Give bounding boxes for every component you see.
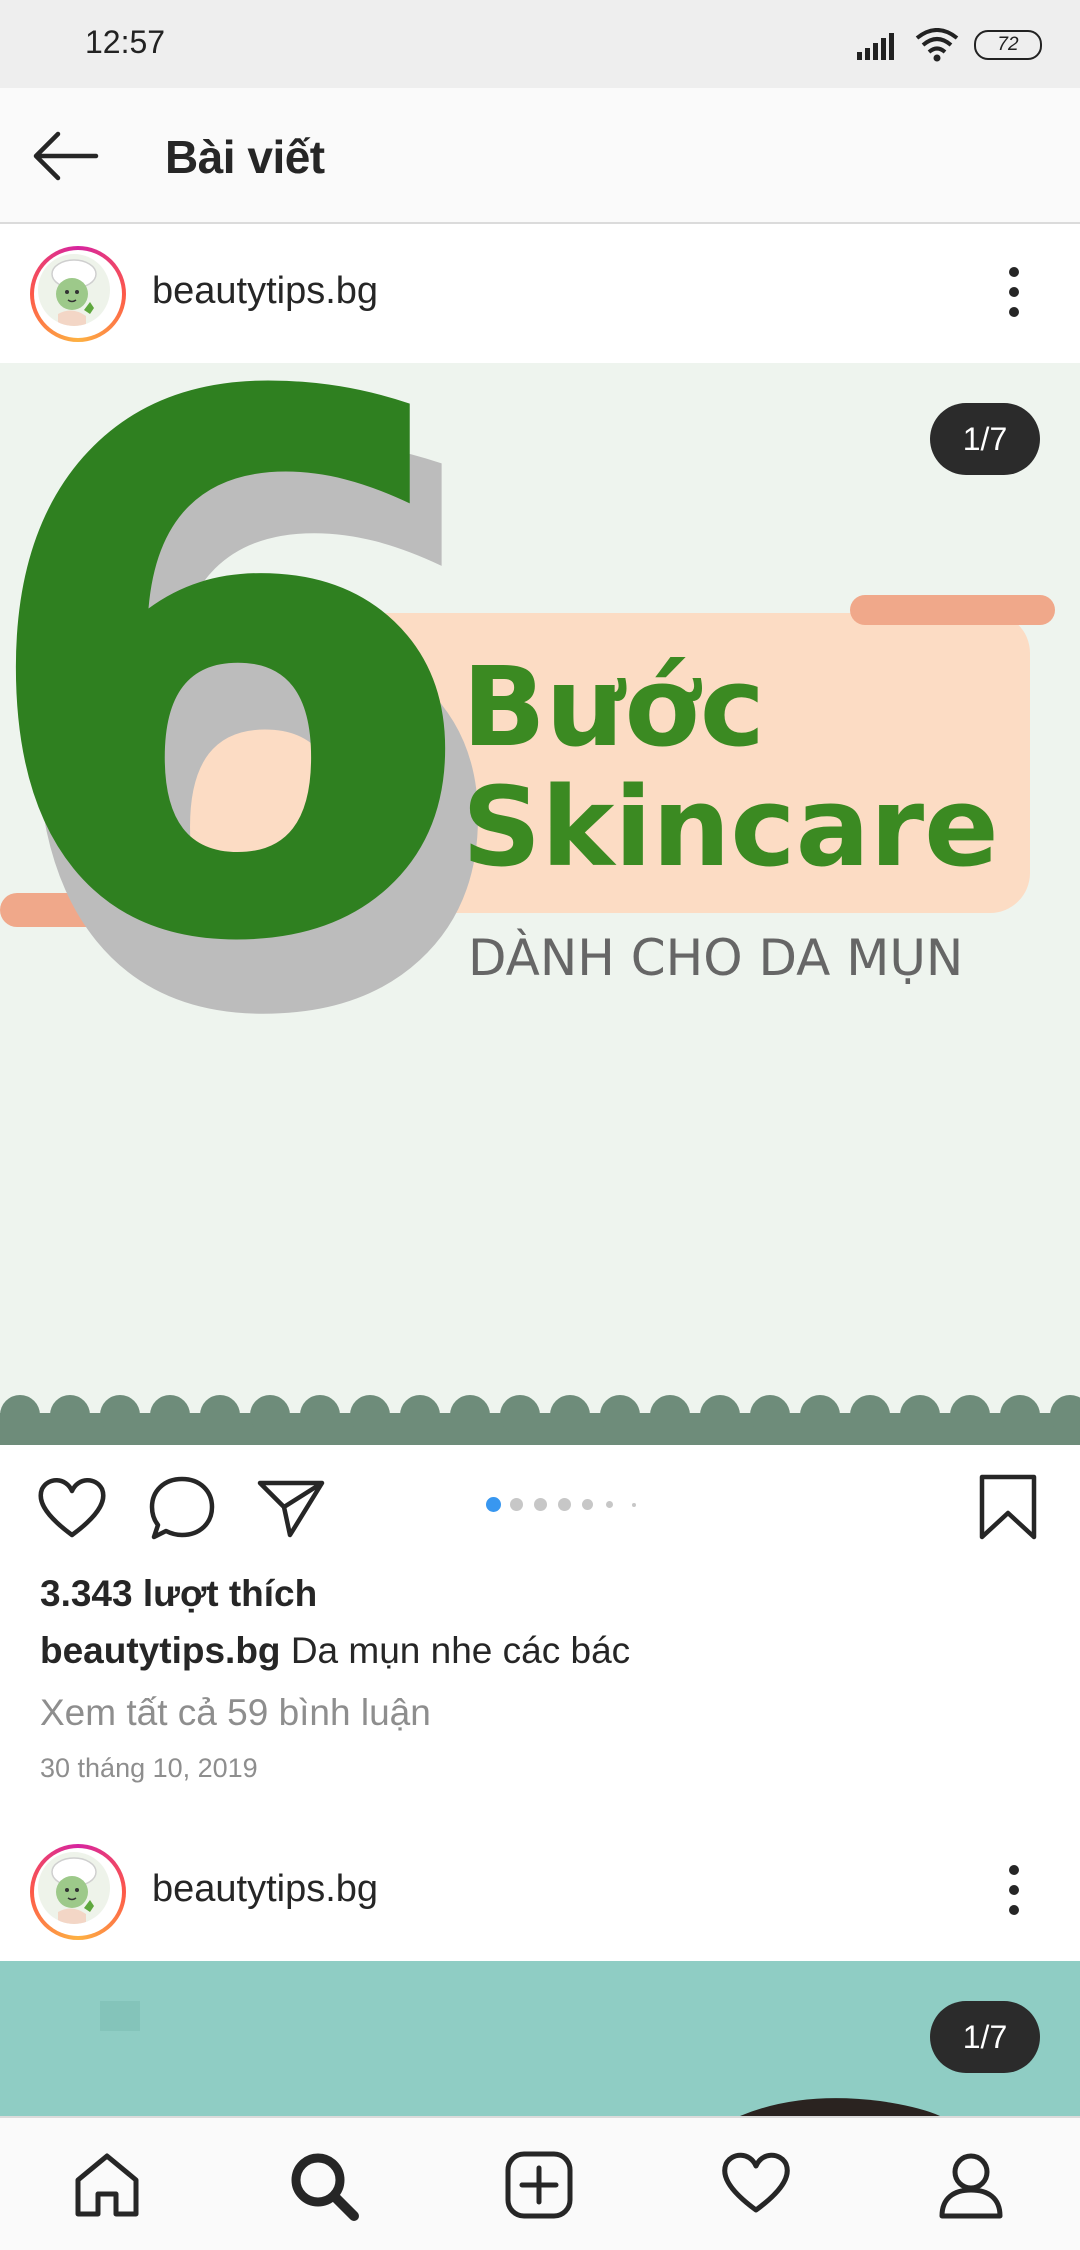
top-bar: Bài viết	[0, 88, 1080, 224]
caption-text: Da mụn nhe các bác	[290, 1630, 631, 1671]
carousel-dot	[510, 1498, 523, 1511]
post-image[interactable]: 6 6 Bước Skincare DÀNH CHO DA MỤN 1/7	[0, 363, 1080, 1445]
carousel-counter: 1/7	[930, 403, 1040, 475]
post-caption: beautytips.bg Da mụn nhe các bác	[40, 1630, 630, 1672]
post-date: 30 tháng 10, 2019	[40, 1753, 258, 1783]
back-arrow-icon[interactable]	[30, 128, 100, 184]
graphic-line3: DÀNH CHO DA MỤN	[468, 929, 964, 987]
carousel-dot	[558, 1498, 571, 1511]
avatar[interactable]	[30, 1844, 126, 1940]
carousel-dot	[582, 1499, 593, 1510]
share-send-icon[interactable]	[256, 1477, 326, 1539]
post-header: beautytips.bg	[0, 224, 1080, 362]
post-username[interactable]: beautytips.bg	[152, 1868, 378, 1911]
bottom-navigation	[0, 2116, 1080, 2250]
graphic-number: 6	[0, 363, 485, 1104]
avatar[interactable]	[30, 246, 126, 342]
new-post-icon[interactable]	[504, 2150, 574, 2220]
activity-heart-icon[interactable]	[720, 2150, 792, 2216]
carousel-indicator	[486, 1497, 646, 1517]
profile-icon[interactable]	[936, 2150, 1006, 2220]
comment-icon[interactable]	[148, 1475, 216, 1541]
more-options-icon[interactable]	[1000, 1860, 1028, 1920]
search-icon[interactable]	[288, 2150, 360, 2222]
graphic-line1: Bước	[462, 643, 765, 771]
carousel-dot-active	[486, 1497, 501, 1512]
post-header: beautytips.bg	[0, 1822, 1080, 1960]
likes-count[interactable]: 3.343 lượt thích	[40, 1573, 317, 1615]
home-icon[interactable]	[72, 2150, 142, 2220]
graphic-line2: Skincare	[462, 763, 999, 891]
carousel-dot	[534, 1498, 547, 1511]
carousel-dot	[632, 1503, 636, 1507]
more-options-icon[interactable]	[1000, 262, 1028, 322]
wifi-icon	[915, 28, 959, 62]
post-image[interactable]: 1/7	[0, 1961, 1080, 2116]
carousel-counter: 1/7	[930, 2001, 1040, 2073]
carousel-dot	[606, 1501, 613, 1508]
avatar-illustration-icon	[51, 259, 97, 326]
bookmark-save-icon[interactable]	[978, 1473, 1038, 1541]
battery-indicator: 72	[974, 30, 1042, 60]
avatar-illustration-icon	[51, 1857, 97, 1924]
like-heart-icon[interactable]	[36, 1475, 108, 1539]
post-username[interactable]: beautytips.bg	[152, 270, 378, 313]
view-all-comments-link[interactable]: Xem tất cả 59 bình luận	[40, 1692, 431, 1734]
status-time: 12:57	[85, 24, 166, 60]
signal-icon	[857, 33, 894, 60]
post-image-preview	[0, 1961, 1080, 2116]
status-bar: 12:57 72	[0, 0, 1080, 88]
page-title: Bài viết	[165, 131, 325, 183]
caption-username[interactable]: beautytips.bg	[40, 1630, 281, 1671]
